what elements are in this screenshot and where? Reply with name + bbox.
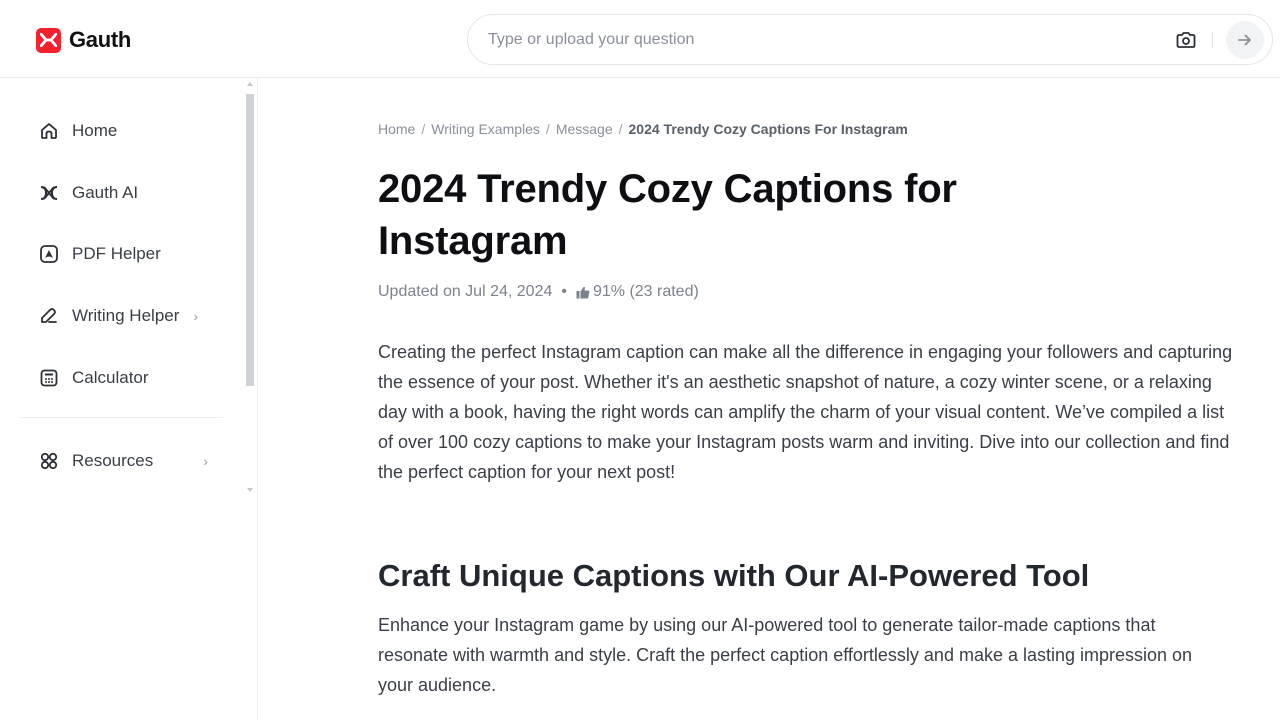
- sidebar-scrollbar[interactable]: [244, 82, 256, 492]
- calculator-icon: [38, 367, 60, 389]
- updated-date: Updated on Jul 24, 2024: [378, 283, 553, 300]
- gauth-logo-icon: [36, 27, 61, 53]
- article-meta: Updated on Jul 24, 2024 • 91% (23 rated): [378, 283, 699, 300]
- sidebar: Home Gauth AI PDF Helper Writing Helper …: [0, 78, 258, 720]
- intro-paragraph: Creating the perfect Instagram caption c…: [378, 342, 1233, 482]
- sidebar-item-label: Home: [72, 121, 118, 140]
- gauth-ai-icon: [38, 182, 60, 204]
- sidebar-item-gauth-ai[interactable]: Gauth AI: [38, 182, 138, 204]
- sidebar-item-label: PDF Helper: [72, 244, 161, 263]
- sidebar-item-calculator[interactable]: Calculator: [38, 367, 149, 389]
- divider: [1212, 32, 1213, 48]
- home-icon: [38, 120, 60, 142]
- scroll-up-arrow-icon[interactable]: [247, 82, 253, 86]
- chevron-right-icon: ›: [193, 308, 199, 324]
- submit-button[interactable]: [1226, 21, 1264, 59]
- thumbs-up-icon: [576, 286, 590, 299]
- sidebar-item-label: Writing Helper: [72, 306, 180, 325]
- breadcrumb-home[interactable]: Home: [378, 121, 415, 137]
- breadcrumb: Home / Writing Examples / Message/2024 Trend…: [378, 121, 908, 137]
- scroll-down-arrow-icon[interactable]: [247, 488, 253, 492]
- sidebar-item-home[interactable]: Home: [38, 120, 117, 142]
- sidebar-item-writing-helper[interactable]: Writing Helper ›: [38, 305, 198, 327]
- question-search-bar: [467, 14, 1273, 65]
- sidebar-item-label: Resources: [72, 451, 154, 470]
- rating: 91% (23 rated): [592, 283, 699, 300]
- scrollbar-thumb[interactable]: [246, 94, 254, 386]
- page-title: 2024 Trendy Cozy Captions for Instagram: [378, 167, 957, 263]
- section-paragraph: Enhance your Instagram game by using our…: [378, 615, 1193, 695]
- arrow-right-icon: [1238, 34, 1251, 46]
- breadcrumb-writing-examples[interactable]: Writing Examples: [431, 121, 540, 137]
- sidebar-divider: [20, 417, 223, 418]
- breadcrumb-message[interactable]: Message: [556, 121, 613, 137]
- chevron-right-icon: ›: [203, 453, 208, 469]
- sidebar-item-resources[interactable]: Resources ›: [38, 450, 208, 472]
- brand-name: Gauth: [69, 27, 132, 52]
- pdf-icon: [38, 243, 60, 265]
- gauth-logo[interactable]: Gauth: [36, 27, 131, 53]
- section-heading: Craft Unique Captions with Our AI-Powere…: [378, 558, 1090, 593]
- sidebar-item-pdf-helper[interactable]: PDF Helper: [38, 243, 161, 265]
- top-bar: Gauth: [0, 0, 1280, 78]
- breadcrumb-current: 2024 Trendy Cozy Captions For Instagram: [628, 121, 908, 137]
- sidebar-item-label: Calculator: [72, 368, 149, 387]
- camera-icon[interactable]: [1175, 29, 1197, 51]
- question-input[interactable]: [488, 30, 1148, 49]
- sidebar-item-label: Gauth AI: [72, 183, 139, 202]
- grid-icon: [38, 450, 60, 472]
- pen-icon: [38, 305, 60, 327]
